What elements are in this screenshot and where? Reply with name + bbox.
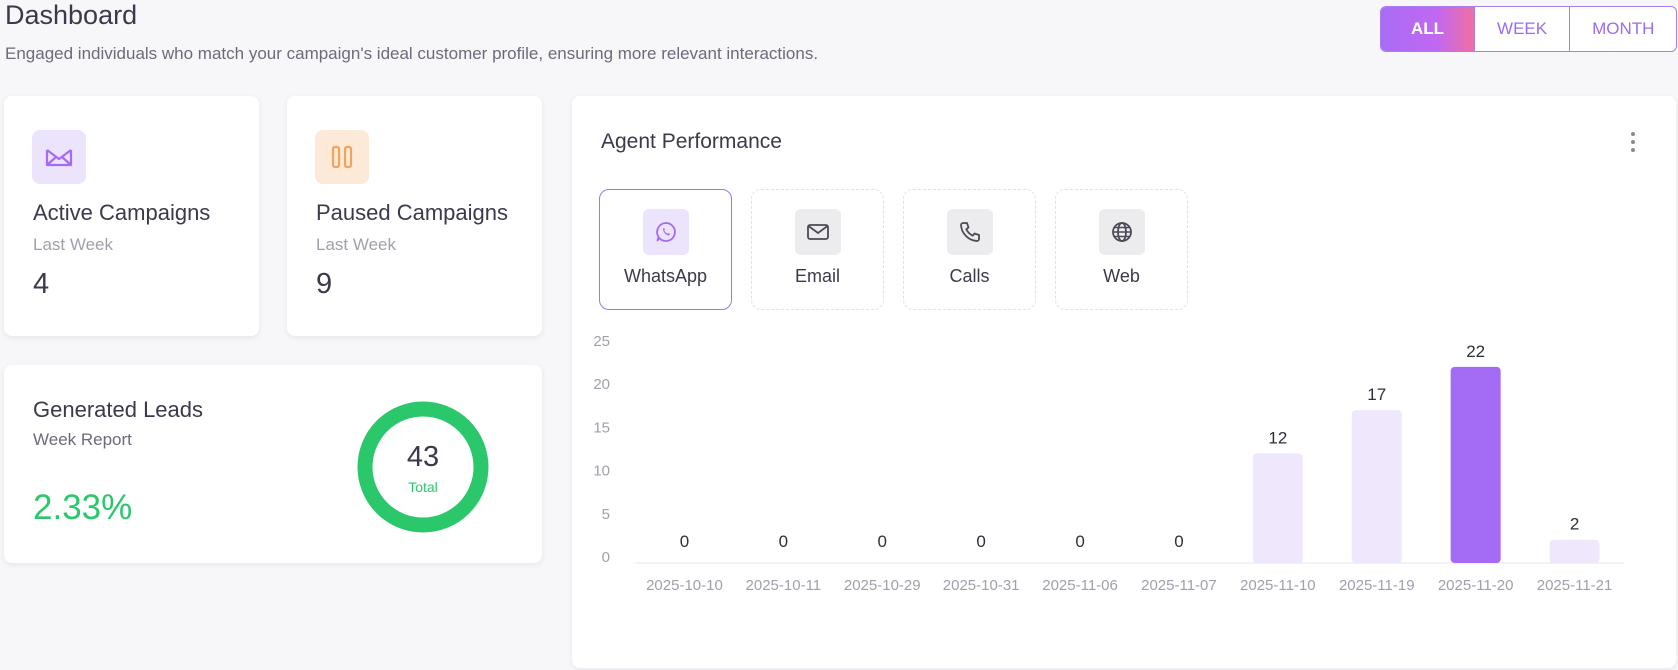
x-tick-label: 2025-11-20 <box>1438 577 1514 594</box>
active-campaigns-card: Active Campaigns Last Week 4 <box>4 96 259 336</box>
y-tick-label: 5 <box>602 506 610 523</box>
x-tick-label: 2025-11-10 <box>1240 577 1316 594</box>
y-tick-label: 0 <box>602 549 610 566</box>
channel-whatsapp[interactable]: WhatsApp <box>599 189 732 310</box>
y-tick-label: 20 <box>593 376 610 393</box>
pause-icon <box>315 130 369 184</box>
leads-total-label: Total <box>408 479 438 495</box>
paused-campaigns-value: 9 <box>316 268 333 300</box>
x-tick-label: 2025-11-07 <box>1141 577 1217 594</box>
agent-performance-bar-chart: 051015202502025-10-1002025-10-1102025-10… <box>593 336 1624 594</box>
phone-icon <box>947 209 993 255</box>
bar-value-label: 0 <box>1174 532 1183 551</box>
page-subtitle: Engaged individuals who match your campa… <box>5 44 819 63</box>
x-tick-label: 2025-11-19 <box>1339 577 1415 594</box>
channel-label: Web <box>1103 266 1140 286</box>
paused-campaigns-title: Paused Campaigns <box>316 200 509 225</box>
y-tick-label: 15 <box>593 419 610 436</box>
bar-value-label: 2 <box>1570 515 1579 534</box>
filter-week-button[interactable]: WEEK <box>1474 7 1569 51</box>
active-campaigns-value: 4 <box>33 268 50 300</box>
envelope-open-icon <box>32 130 86 184</box>
active-campaigns-period: Last Week <box>33 235 114 254</box>
whatsapp-icon <box>643 209 689 255</box>
paused-campaigns-card: Paused Campaigns Last Week 9 <box>287 96 542 336</box>
leads-subtitle: Week Report <box>33 430 132 449</box>
time-filter-group: ALL WEEK MONTH <box>1380 6 1678 52</box>
channel-label: WhatsApp <box>623 266 708 286</box>
leads-total-value: 43 <box>406 441 440 473</box>
bar <box>1351 410 1402 563</box>
bar <box>1252 453 1303 563</box>
page-title: Dashboard <box>5 0 138 30</box>
bar-value-label: 0 <box>976 532 985 551</box>
agent-performance-title: Agent Performance <box>601 130 782 153</box>
bar-value-label: 0 <box>779 532 788 551</box>
bar <box>1450 366 1501 563</box>
paused-campaigns-period: Last Week <box>316 235 397 254</box>
x-tick-label: 2025-10-11 <box>746 577 822 594</box>
filter-all-button[interactable]: ALL <box>1381 7 1475 51</box>
channel-label: Calls <box>949 266 990 286</box>
y-tick-label: 10 <box>593 463 610 480</box>
channel-email[interactable]: Email <box>751 189 884 310</box>
agent-performance-card: Agent Performance WhatsApp Email Calls W… <box>572 96 1676 668</box>
channel-calls[interactable]: Calls <box>903 189 1036 310</box>
bar <box>1549 539 1600 563</box>
y-tick-label: 25 <box>593 336 610 350</box>
globe-icon <box>1099 209 1145 255</box>
leads-percent: 2.33% <box>33 488 133 527</box>
bar-value-label: 17 <box>1367 385 1386 404</box>
bar-value-label: 0 <box>680 532 689 551</box>
channel-label: Email <box>794 266 840 286</box>
channel-web[interactable]: Web <box>1055 189 1188 310</box>
leads-title: Generated Leads <box>33 397 204 422</box>
x-tick-label: 2025-10-10 <box>646 577 723 594</box>
bar-value-label: 0 <box>1075 532 1084 551</box>
filter-month-button[interactable]: MONTH <box>1569 7 1676 51</box>
bar-value-label: 12 <box>1268 428 1287 447</box>
bar-value-label: 0 <box>878 532 887 551</box>
email-icon <box>795 209 841 255</box>
x-tick-label: 2025-11-06 <box>1042 577 1118 594</box>
x-tick-label: 2025-10-31 <box>943 577 1020 594</box>
bar-value-label: 22 <box>1466 342 1485 361</box>
active-campaigns-title: Active Campaigns <box>33 200 211 225</box>
x-tick-label: 2025-11-21 <box>1537 577 1613 594</box>
generated-leads-card: Generated Leads Week Report 2.33% 43 Tot… <box>4 365 542 563</box>
more-options-icon[interactable] <box>1623 130 1643 154</box>
x-tick-label: 2025-10-29 <box>844 577 921 594</box>
